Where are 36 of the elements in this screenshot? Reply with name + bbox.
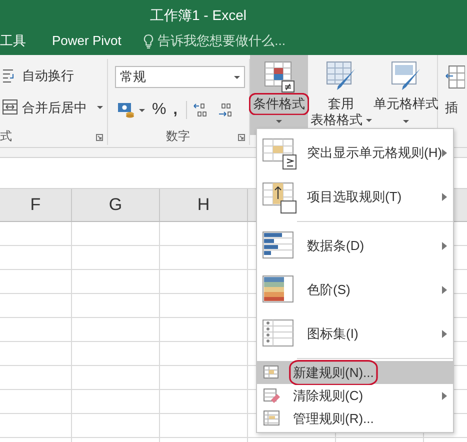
menu-item[interactable]: 色阶(S) xyxy=(257,268,453,312)
column-header[interactable]: F xyxy=(0,189,72,221)
group-label: 式 xyxy=(0,128,12,145)
comma-button[interactable]: , xyxy=(171,98,180,122)
manage-rules-icon xyxy=(263,410,281,427)
caret-icon xyxy=(366,118,372,122)
column-header[interactable]: H xyxy=(160,189,248,221)
dialog-launcher-icon[interactable] xyxy=(238,134,245,141)
wrap-text-button[interactable]: 自动换行 xyxy=(0,65,107,86)
column-header[interactable]: G xyxy=(72,189,160,221)
menu-item[interactable]: 清除规则(C) xyxy=(257,384,453,407)
menu-item[interactable]: 新建规则(N)... xyxy=(257,361,453,384)
caret-icon xyxy=(234,76,240,78)
ribbon-tab[interactable]: 工具 xyxy=(0,31,26,51)
conditional-formatting-button[interactable]: 条件格式 xyxy=(250,55,308,135)
number-format-dropdown[interactable]: 常规 xyxy=(115,66,245,88)
currency-button[interactable] xyxy=(115,101,147,119)
merge-cells-icon xyxy=(2,99,18,116)
ribbon-tab[interactable]: Power Pivot xyxy=(52,31,122,51)
lightbulb-icon xyxy=(143,34,154,48)
menu-item[interactable]: 数据条(D) xyxy=(257,224,453,268)
percent-button[interactable]: % xyxy=(150,97,168,123)
group-label: 数字 xyxy=(166,128,190,145)
dialog-launcher-icon[interactable] xyxy=(96,134,103,141)
menu-item[interactable]: 项目选取规则(T) xyxy=(257,175,453,219)
caret-icon xyxy=(403,120,409,124)
window-title: 工作簿1 - Excel xyxy=(150,6,246,25)
merge-center-button[interactable]: 合并后居中 xyxy=(0,96,107,118)
new-rule-icon xyxy=(263,364,281,381)
caret-icon xyxy=(276,120,282,124)
money-icon xyxy=(117,102,135,118)
eraser-icon xyxy=(263,387,281,404)
menu-item[interactable]: 管理规则(R)... xyxy=(257,407,453,430)
conditional-format-icon xyxy=(264,61,294,93)
menu-item[interactable]: 图标集(I) xyxy=(257,312,453,356)
tell-me-field[interactable]: 告诉我您想要做什么... xyxy=(158,31,318,51)
